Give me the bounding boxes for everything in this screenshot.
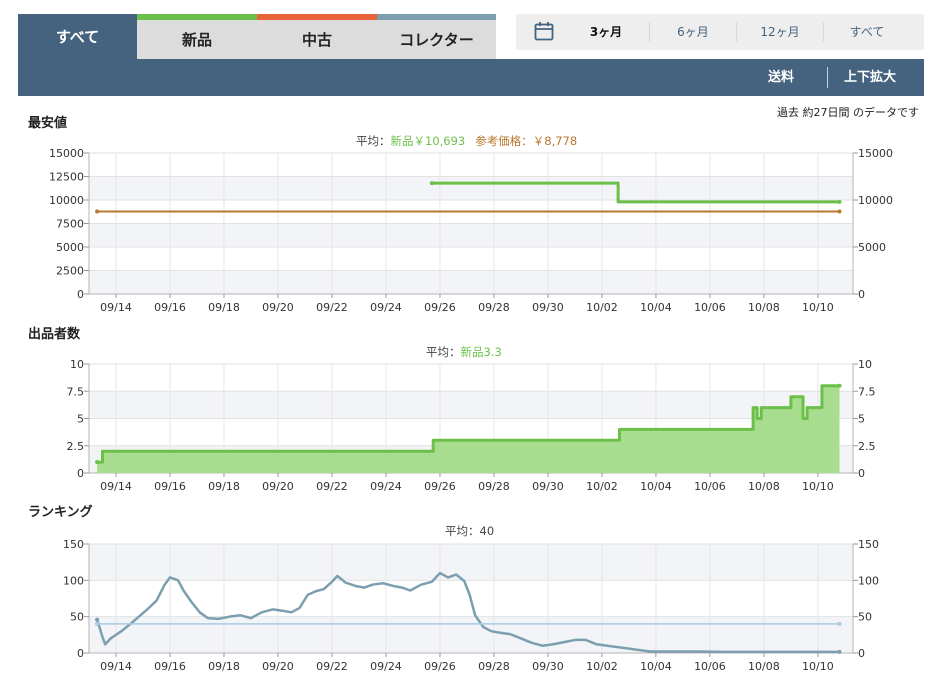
x-tick-label: 10/04 (640, 660, 672, 673)
y-tick-label-right: 5 (858, 413, 865, 426)
x-tick-label: 09/14 (100, 301, 132, 314)
y-tick-label-right: 0 (858, 647, 865, 660)
x-tick-label: 09/20 (262, 660, 294, 673)
plot-band (89, 270, 853, 294)
x-tick-label: 10/10 (802, 301, 834, 314)
series-endpoint (95, 617, 100, 622)
x-tick-label: 09/24 (370, 301, 402, 314)
x-tick-label: 09/16 (154, 301, 186, 314)
chart-panel-0: 0 2500 5000 7500 10000 12500 15000 0 5000 10000 15… (49, 147, 893, 314)
x-tick-label: 09/24 (370, 660, 402, 673)
x-tick-label: 09/14 (100, 660, 132, 673)
x-tick-label: 10/04 (640, 301, 672, 314)
x-tick-label: 09/28 (478, 660, 510, 673)
y-tick-label-left: 0 (77, 288, 84, 301)
y-tick-label-left: 100 (63, 574, 84, 587)
y-tick-label-left: 150 (63, 538, 84, 551)
plot-band (89, 176, 853, 200)
price-chart: 0250050007500100001250015000050001000015… (49, 147, 893, 673)
series-endpoint (837, 649, 842, 654)
x-tick-label: 09/28 (478, 301, 510, 314)
y-tick-label-right: 0 (858, 467, 865, 480)
x-tick-label: 10/08 (748, 660, 780, 673)
y-tick-label-right: 100 (858, 574, 879, 587)
x-tick-label: 10/08 (748, 480, 780, 493)
x-tick-label: 09/16 (154, 480, 186, 493)
series-endpoint (837, 383, 842, 388)
x-tick-label: 09/20 (262, 301, 294, 314)
y-tick-label-right: 5000 (858, 241, 886, 254)
series-endpoint (95, 209, 100, 214)
y-tick-label-left: 15000 (49, 147, 84, 160)
y-tick-label-left: 5 (77, 413, 84, 426)
y-tick-label-left: 10000 (49, 194, 84, 207)
y-tick-label-left: 5000 (56, 241, 84, 254)
plot-band (89, 223, 853, 247)
y-tick-label-left: 7500 (56, 218, 84, 231)
x-tick-label: 09/26 (424, 480, 456, 493)
series-endpoint (95, 460, 100, 465)
y-tick-label-left: 0 (77, 467, 84, 480)
y-tick-label-left: 2500 (56, 265, 84, 278)
x-tick-label: 09/22 (316, 480, 348, 493)
chart-panel-2: 0 50 100 150 0 50 100 150 09/14 09/16 09/18 09/20 09… (63, 538, 879, 673)
x-tick-label: 09/26 (424, 660, 456, 673)
y-tick-label-left: 12500 (49, 171, 84, 184)
series-endpoint (429, 181, 434, 186)
y-tick-label-left: 2.5 (67, 440, 85, 453)
y-tick-label-right: 7.5 (858, 385, 876, 398)
x-tick-label: 10/02 (586, 660, 618, 673)
y-tick-label-left: 7.5 (67, 385, 85, 398)
x-tick-label: 09/22 (316, 301, 348, 314)
x-tick-label: 10/10 (802, 480, 834, 493)
y-tick-label-left: 50 (70, 611, 84, 624)
x-tick-label: 10/02 (586, 301, 618, 314)
plot-band (89, 616, 853, 653)
x-tick-label: 10/08 (748, 301, 780, 314)
x-tick-label: 09/16 (154, 660, 186, 673)
y-tick-label-right: 2.5 (858, 440, 876, 453)
chart-panel-1: 0 2.5 5 7.5 10 0 2.5 5 7.5 10 09/14 09/16 09/18 09/20… (67, 358, 876, 493)
y-tick-label-left: 10 (70, 358, 84, 371)
x-tick-label: 09/28 (478, 480, 510, 493)
x-tick-label: 09/24 (370, 480, 402, 493)
plot-band (89, 391, 853, 419)
y-tick-label-right: 50 (858, 611, 872, 624)
x-tick-label: 09/30 (532, 660, 564, 673)
x-tick-label: 10/06 (694, 660, 726, 673)
y-tick-label-right: 10 (858, 358, 872, 371)
series-endpoint (95, 621, 100, 626)
x-tick-label: 09/18 (208, 480, 240, 493)
series-endpoint (837, 209, 842, 214)
x-tick-label: 10/10 (802, 660, 834, 673)
x-tick-label: 09/26 (424, 301, 456, 314)
x-tick-label: 09/22 (316, 660, 348, 673)
y-tick-label-right: 150 (858, 538, 879, 551)
series-endpoint (837, 199, 842, 204)
y-tick-label-right: 10000 (858, 194, 893, 207)
y-tick-label-right: 0 (858, 288, 865, 301)
x-tick-label: 10/04 (640, 480, 672, 493)
x-tick-label: 10/06 (694, 301, 726, 314)
y-tick-label-right: 15000 (858, 147, 893, 160)
x-tick-label: 09/20 (262, 480, 294, 493)
x-tick-label: 09/18 (208, 301, 240, 314)
x-tick-label: 10/02 (586, 480, 618, 493)
x-tick-label: 09/30 (532, 480, 564, 493)
y-tick-label-left: 0 (77, 647, 84, 660)
series-endpoint (837, 621, 842, 626)
x-tick-label: 09/14 (100, 480, 132, 493)
x-tick-label: 09/18 (208, 660, 240, 673)
x-tick-label: 10/06 (694, 480, 726, 493)
plot-band (89, 544, 853, 581)
x-tick-label: 09/30 (532, 301, 564, 314)
